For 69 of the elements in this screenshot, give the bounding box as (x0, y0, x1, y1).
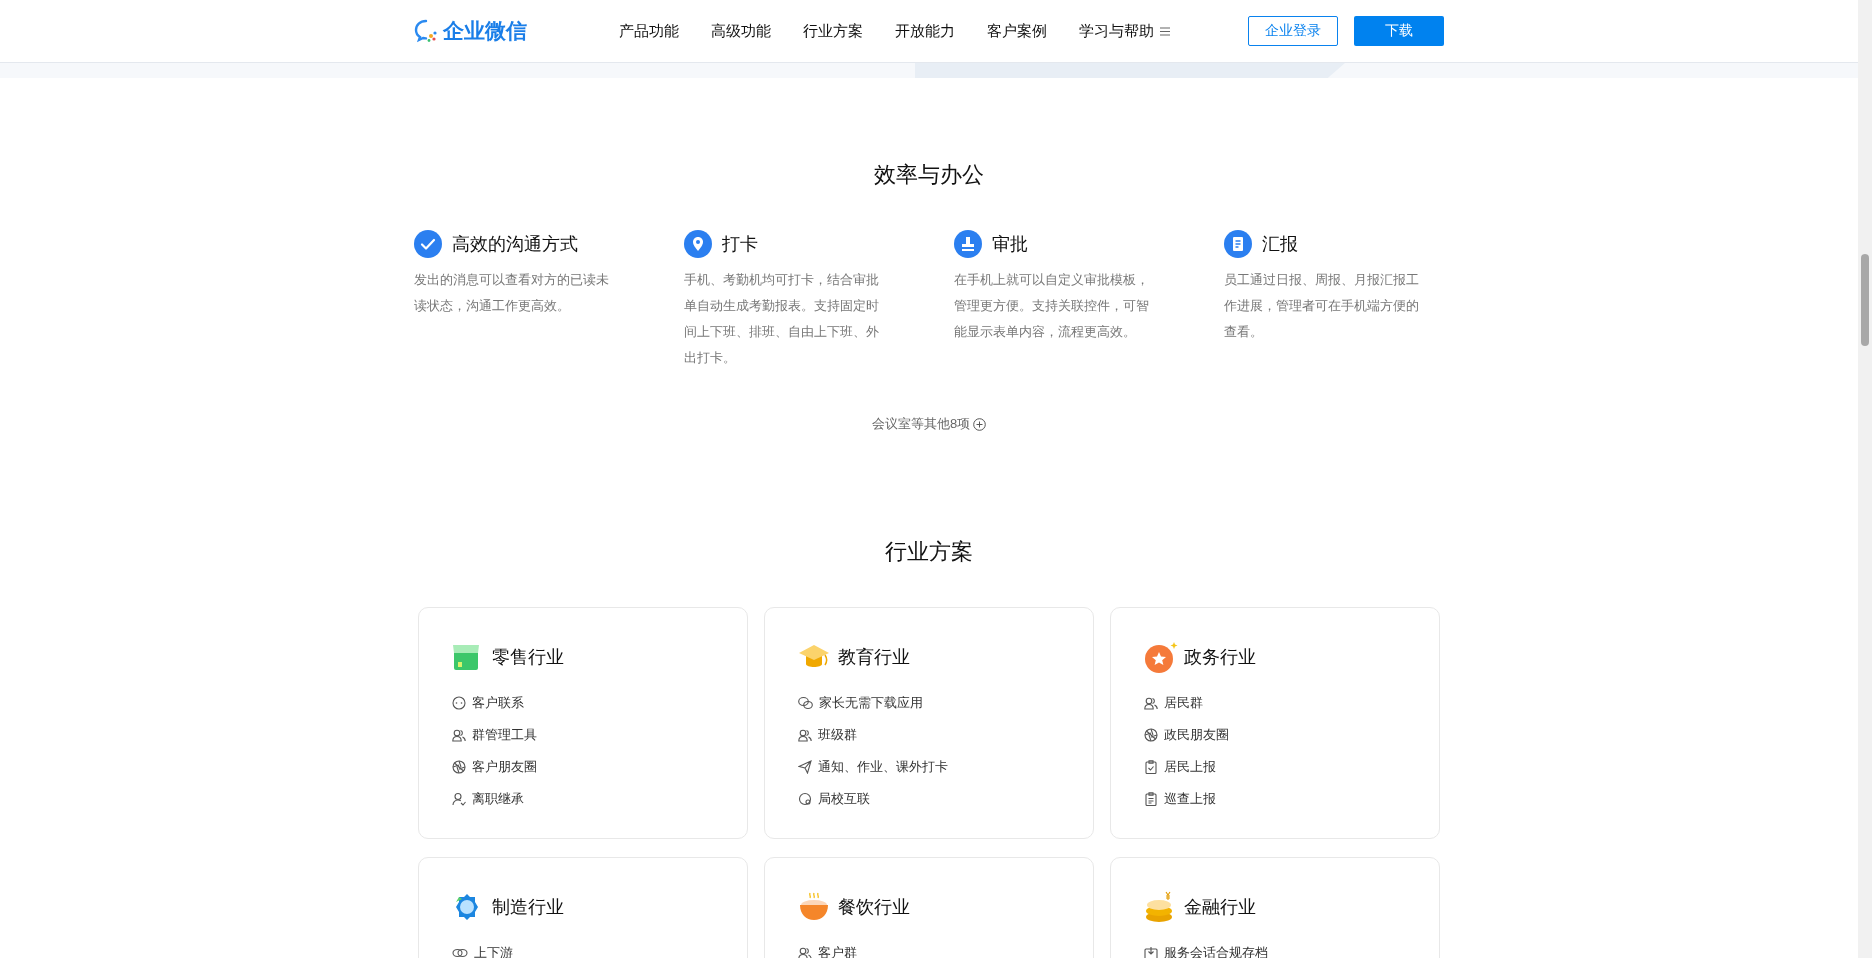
scrollbar[interactable] (1858, 0, 1872, 958)
industry-card[interactable]: 制造行业 上下游 (417, 857, 748, 958)
send-icon (797, 760, 812, 774)
feature-description: 员工通过日报、周报、月报汇报工作进展，管理者可在手机端方便的查看。 (1224, 271, 1420, 341)
section-title: 效率与办公 (873, 161, 985, 189)
feature-description: 在手机上就可以自定义审批模板，管理更方便。支持关联控件，可智能显示表单内容，流程更高效。 (954, 271, 1150, 341)
chat-bubble-icon (451, 696, 466, 710)
people-icon (451, 728, 466, 742)
location-pin-icon (684, 230, 712, 258)
feature-link[interactable]: 居民群 (1163, 694, 1203, 712)
feature-title: 打卡 (722, 233, 758, 256)
feature-link[interactable]: 客户群 (817, 944, 857, 958)
check-circle-icon (414, 230, 442, 258)
feature-description: 发出的消息可以查看对方的已读未读状态，沟通工作更高效。 (414, 271, 610, 315)
feature-title: 审批 (992, 233, 1028, 256)
people-icon (797, 946, 812, 958)
chain-link-icon (451, 946, 468, 958)
card-title: 教育行业 (837, 646, 910, 669)
more-link[interactable]: 会议室等其他8项 (871, 415, 971, 433)
nav-link[interactable]: 学习与帮助 (1079, 21, 1154, 41)
nav-link[interactable]: 高级功能 (711, 21, 771, 41)
section-title: 行业方案 (884, 538, 974, 566)
logo-text[interactable]: 企业微信 (443, 17, 527, 45)
feature-link[interactable]: 客户联系 (471, 694, 524, 712)
feature-link[interactable]: 客户朋友圈 (471, 758, 537, 776)
card-title: 制造行业 (491, 896, 564, 919)
industry-card[interactable]: 餐饮行业 客户群 (763, 857, 1094, 958)
feature-link[interactable]: 上下游 (473, 944, 513, 958)
feature-link[interactable]: 服务会话合规存档 (1163, 944, 1268, 958)
feature-title: 高效的沟通方式 (452, 233, 578, 256)
nav-link[interactable]: 客户案例 (987, 21, 1047, 41)
people-icon (1143, 696, 1158, 710)
card-title: 政务行业 (1183, 646, 1256, 669)
feature-link[interactable]: 居民上报 (1163, 758, 1216, 776)
industry-card[interactable]: 金融行业 服务会话合规存档 (1109, 857, 1440, 958)
nav-link[interactable]: 行业方案 (803, 21, 863, 41)
feature-link[interactable]: 群管理工具 (471, 726, 537, 744)
download-button[interactable]: 下载 (1354, 16, 1444, 46)
clipboard-list-icon (1143, 792, 1158, 806)
industry-card[interactable]: 零售行业 客户联系 群管理工具 客户朋友圈 离职继承 (417, 607, 748, 839)
clipboard-check-icon (1143, 760, 1158, 774)
people-icon (797, 728, 812, 742)
industry-card[interactable]: 政务行业 居民群 政民朋友圈 居民上报 巡查上报 (1109, 607, 1440, 839)
feature-link[interactable]: 家长无需下载应用 (818, 694, 923, 712)
person-icon (451, 792, 466, 806)
document-icon (1224, 230, 1252, 258)
feature-description: 手机、考勤机均可打卡，结合审批单自动生成考勤报表。支持固定时间上下班、排班、自由上下班、外出打卡。 (684, 271, 880, 367)
aperture-icon (1143, 728, 1158, 742)
feature-link[interactable]: 离职继承 (471, 790, 524, 808)
login-button[interactable]: 企业登录 (1248, 16, 1338, 46)
industry-card[interactable]: 教育行业 家长无需下载应用 班级群 通知、作业、课外打卡 局校互联 (763, 607, 1094, 839)
card-title: 餐饮行业 (837, 896, 910, 919)
menu-icon[interactable] (1160, 26, 1170, 36)
feature-link[interactable]: 班级群 (817, 726, 857, 744)
feature-title: 汇报 (1262, 233, 1298, 256)
plus-circle-icon[interactable] (973, 417, 987, 431)
scrollbar-thumb[interactable] (1861, 254, 1869, 346)
aperture-icon (451, 760, 466, 774)
card-title: 金融行业 (1183, 896, 1256, 919)
feature-link[interactable]: 通知、作业、课外打卡 (817, 758, 948, 776)
feature-link[interactable]: 巡查上报 (1163, 790, 1216, 808)
feature-link[interactable]: 局校互联 (817, 790, 870, 808)
nav-link[interactable]: 产品功能 (619, 21, 679, 41)
stamp-icon (954, 230, 982, 258)
archive-icon (1143, 946, 1158, 958)
chat-bubbles-icon (797, 696, 813, 710)
card-title: 零售行业 (491, 646, 564, 669)
feature-link[interactable]: 政民朋友圈 (1163, 726, 1229, 744)
nav-link[interactable]: 开放能力 (895, 21, 955, 41)
